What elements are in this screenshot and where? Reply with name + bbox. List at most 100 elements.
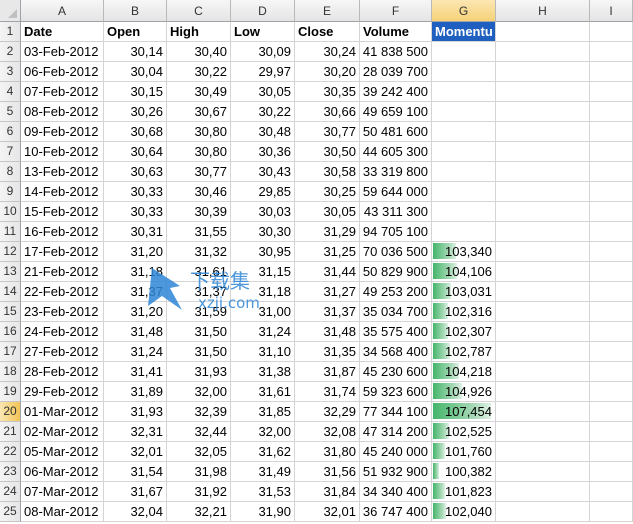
low-cell[interactable]: 31,53 <box>231 482 295 502</box>
empty-cell[interactable] <box>496 482 590 502</box>
header-cell[interactable]: Volume <box>360 22 432 42</box>
row-header[interactable]: 11 <box>0 222 21 242</box>
empty-cell[interactable] <box>496 142 590 162</box>
volume-cell[interactable]: 36 747 400 <box>360 502 432 522</box>
open-cell[interactable]: 30,31 <box>104 222 167 242</box>
low-cell[interactable]: 31,10 <box>231 342 295 362</box>
column-header-c[interactable]: C <box>167 0 231 22</box>
volume-cell[interactable]: 45 240 000 <box>360 442 432 462</box>
column-header-b[interactable]: B <box>104 0 167 22</box>
row-header[interactable]: 16 <box>0 322 21 342</box>
date-cell[interactable]: 16-Feb-2012 <box>21 222 104 242</box>
close-cell[interactable]: 31,84 <box>295 482 360 502</box>
row-header[interactable]: 19 <box>0 382 21 402</box>
momentum-cell[interactable] <box>432 182 496 202</box>
row-header[interactable]: 2 <box>0 42 21 62</box>
high-cell[interactable]: 31,50 <box>167 342 231 362</box>
momentum-cell[interactable]: 104,218 <box>432 362 496 382</box>
volume-cell[interactable]: 34 340 400 <box>360 482 432 502</box>
empty-cell[interactable] <box>590 142 633 162</box>
close-cell[interactable]: 30,77 <box>295 122 360 142</box>
empty-cell[interactable] <box>590 262 633 282</box>
close-cell[interactable]: 32,29 <box>295 402 360 422</box>
high-cell[interactable]: 30,40 <box>167 42 231 62</box>
row-header[interactable]: 20 <box>0 402 21 422</box>
close-cell[interactable]: 31,29 <box>295 222 360 242</box>
column-header-g[interactable]: G <box>432 0 496 22</box>
high-cell[interactable]: 32,21 <box>167 502 231 522</box>
row-header[interactable]: 5 <box>0 102 21 122</box>
row-header[interactable]: 6 <box>0 122 21 142</box>
row-header[interactable]: 17 <box>0 342 21 362</box>
momentum-cell[interactable] <box>432 102 496 122</box>
row-header[interactable]: 8 <box>0 162 21 182</box>
open-cell[interactable]: 30,63 <box>104 162 167 182</box>
date-cell[interactable]: 22-Feb-2012 <box>21 282 104 302</box>
high-cell[interactable]: 32,05 <box>167 442 231 462</box>
open-cell[interactable]: 30,26 <box>104 102 167 122</box>
empty-cell[interactable] <box>590 302 633 322</box>
volume-cell[interactable]: 35 034 700 <box>360 302 432 322</box>
open-cell[interactable]: 31,24 <box>104 342 167 362</box>
empty-cell[interactable] <box>496 282 590 302</box>
date-cell[interactable]: 09-Feb-2012 <box>21 122 104 142</box>
row-header[interactable]: 24 <box>0 482 21 502</box>
empty-cell[interactable] <box>590 422 633 442</box>
volume-cell[interactable]: 49 253 200 <box>360 282 432 302</box>
header-cell[interactable]: Close <box>295 22 360 42</box>
momentum-cell[interactable]: 102,316 <box>432 302 496 322</box>
empty-cell[interactable] <box>496 462 590 482</box>
open-cell[interactable]: 30,14 <box>104 42 167 62</box>
row-header[interactable]: 1 <box>0 22 21 42</box>
select-all-corner[interactable] <box>0 0 21 22</box>
volume-cell[interactable]: 50 481 600 <box>360 122 432 142</box>
high-cell[interactable]: 32,00 <box>167 382 231 402</box>
date-cell[interactable]: 02-Mar-2012 <box>21 422 104 442</box>
date-cell[interactable]: 05-Mar-2012 <box>21 442 104 462</box>
volume-cell[interactable]: 39 242 400 <box>360 82 432 102</box>
header-cell[interactable]: Open <box>104 22 167 42</box>
momentum-cell[interactable]: 101,823 <box>432 482 496 502</box>
volume-cell[interactable]: 51 932 900 <box>360 462 432 482</box>
high-cell[interactable]: 31,98 <box>167 462 231 482</box>
momentum-cell[interactable]: 102,525 <box>432 422 496 442</box>
open-cell[interactable]: 30,33 <box>104 182 167 202</box>
column-header-h[interactable]: H <box>496 0 590 22</box>
volume-cell[interactable]: 59 644 000 <box>360 182 432 202</box>
empty-cell[interactable] <box>590 82 633 102</box>
low-cell[interactable]: 29,97 <box>231 62 295 82</box>
open-cell[interactable]: 32,04 <box>104 502 167 522</box>
high-cell[interactable]: 32,44 <box>167 422 231 442</box>
empty-cell[interactable] <box>590 222 633 242</box>
high-cell[interactable]: 31,37 <box>167 282 231 302</box>
empty-cell[interactable] <box>496 182 590 202</box>
high-cell[interactable]: 31,59 <box>167 302 231 322</box>
open-cell[interactable]: 31,93 <box>104 402 167 422</box>
date-cell[interactable]: 08-Mar-2012 <box>21 502 104 522</box>
empty-cell[interactable] <box>590 282 633 302</box>
low-cell[interactable]: 31,62 <box>231 442 295 462</box>
low-cell[interactable]: 30,22 <box>231 102 295 122</box>
column-header-d[interactable]: D <box>231 0 295 22</box>
momentum-cell[interactable]: 104,106 <box>432 262 496 282</box>
close-cell[interactable]: 30,25 <box>295 182 360 202</box>
date-cell[interactable]: 14-Feb-2012 <box>21 182 104 202</box>
open-cell[interactable]: 31,54 <box>104 462 167 482</box>
close-cell[interactable]: 30,20 <box>295 62 360 82</box>
open-cell[interactable]: 31,48 <box>104 322 167 342</box>
momentum-cell[interactable] <box>432 42 496 62</box>
momentum-cell[interactable]: 102,040 <box>432 502 496 522</box>
empty-cell[interactable] <box>496 222 590 242</box>
header-cell[interactable]: High <box>167 22 231 42</box>
empty-cell[interactable] <box>590 122 633 142</box>
volume-cell[interactable]: 47 314 200 <box>360 422 432 442</box>
momentum-cell[interactable]: 102,307 <box>432 322 496 342</box>
momentum-cell[interactable]: 102,787 <box>432 342 496 362</box>
low-cell[interactable]: 31,90 <box>231 502 295 522</box>
low-cell[interactable]: 31,24 <box>231 322 295 342</box>
date-cell[interactable]: 27-Feb-2012 <box>21 342 104 362</box>
open-cell[interactable]: 32,31 <box>104 422 167 442</box>
low-cell[interactable]: 30,43 <box>231 162 295 182</box>
low-cell[interactable]: 30,05 <box>231 82 295 102</box>
row-header[interactable]: 18 <box>0 362 21 382</box>
